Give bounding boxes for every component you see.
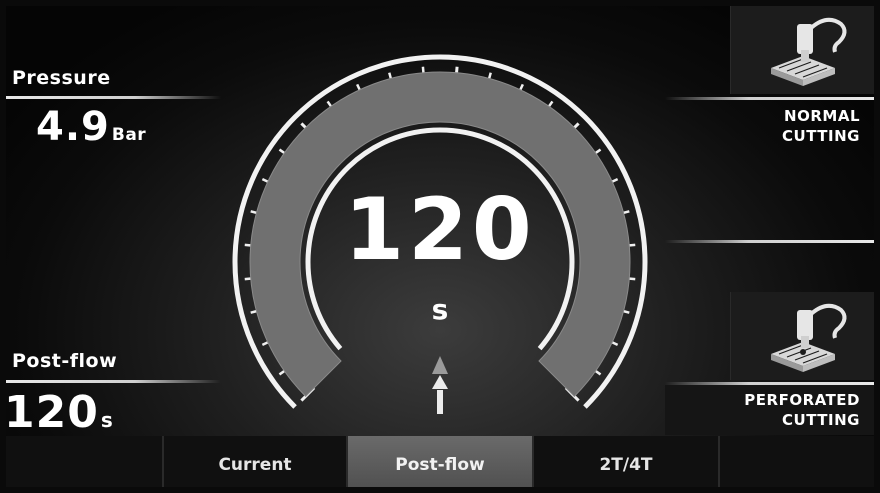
tab-2t-4t[interactable]: 2T/4T xyxy=(532,436,718,493)
tab-post-flow[interactable]: Post-flow xyxy=(346,436,532,493)
gauge-unit: s xyxy=(431,293,449,326)
tab-blank-left[interactable] xyxy=(0,436,162,493)
gauge-value: 120 xyxy=(344,180,536,280)
up-arrow-icon xyxy=(432,375,448,414)
tab-blank-right[interactable] xyxy=(718,436,880,493)
screen: Pressure 4.9 Bar Post-flow 120 s NORMAL CU… xyxy=(0,0,880,493)
tab-current[interactable]: Current xyxy=(162,436,346,493)
